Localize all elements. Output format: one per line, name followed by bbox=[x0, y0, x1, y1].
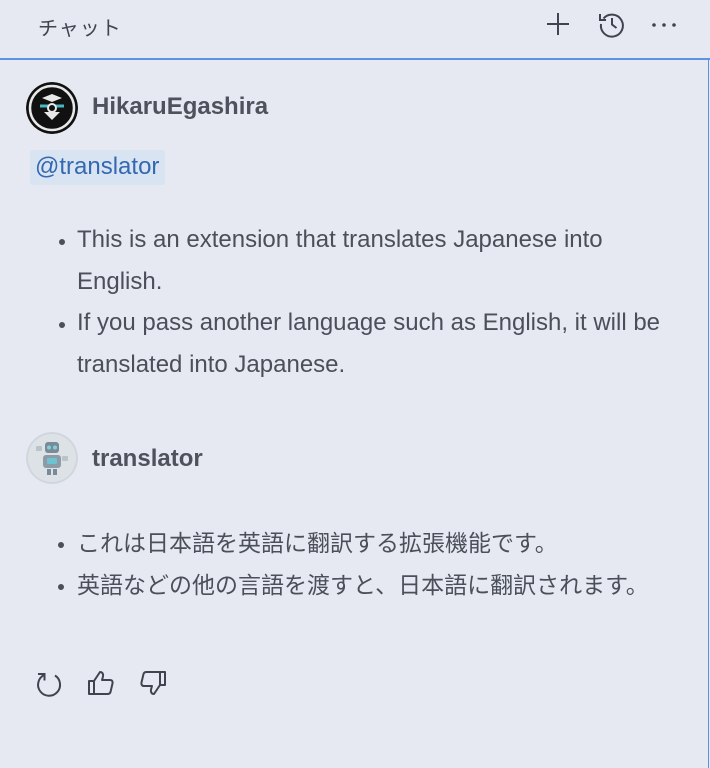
thumbs-down-icon bbox=[140, 671, 166, 695]
retry-icon bbox=[37, 673, 62, 697]
message-sender[interactable]: HikaruEgashira bbox=[92, 93, 268, 121]
chat-header: チャット bbox=[0, 0, 710, 60]
chat-title: チャット bbox=[38, 16, 122, 40]
plus-icon bbox=[547, 13, 569, 35]
chat-panel: HikaruEgashira @translator This is an ex… bbox=[0, 60, 709, 768]
more-actions-button[interactable] bbox=[648, 8, 680, 40]
thumbs-down-button[interactable] bbox=[136, 666, 170, 700]
thumbs-up-icon bbox=[88, 671, 114, 695]
retry-button[interactable] bbox=[32, 666, 66, 700]
agent-mention[interactable]: @translator bbox=[30, 150, 166, 185]
list-item: これは日本語を英語に翻訳する拡張機能です。 bbox=[77, 524, 687, 566]
message-body: This is an extension that translates Jap… bbox=[36, 219, 687, 385]
thumbs-up-button[interactable] bbox=[84, 666, 118, 700]
list-item: This is an extension that translates Jap… bbox=[77, 219, 687, 302]
list-item: If you pass another language such as Eng… bbox=[77, 302, 687, 385]
history-icon bbox=[599, 13, 624, 38]
bot-avatar bbox=[26, 432, 78, 484]
message-body: これは日本語を英語に翻訳する拡張機能です。 英語などの他の言語を渡すと、日本語に… bbox=[36, 524, 687, 607]
ellipsis-icon bbox=[652, 23, 676, 27]
history-button[interactable] bbox=[596, 8, 628, 40]
list-item: 英語などの他の言語を渡すと、日本語に翻訳されます。 bbox=[77, 566, 687, 608]
message-sender[interactable]: translator bbox=[92, 445, 203, 473]
user-avatar bbox=[26, 82, 78, 134]
new-chat-button[interactable] bbox=[542, 8, 574, 40]
